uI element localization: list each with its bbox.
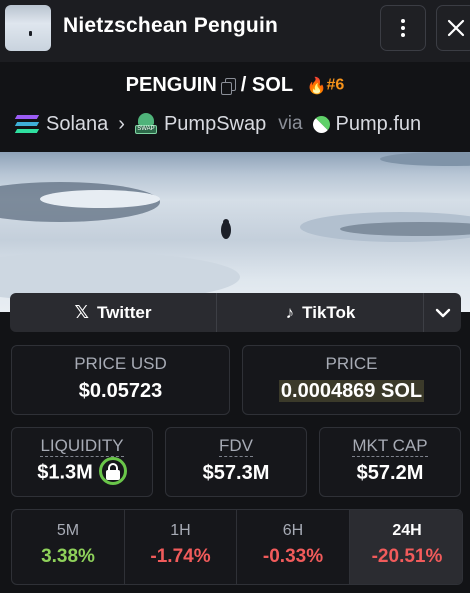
chevron-right-icon: › [118, 112, 125, 135]
close-icon [447, 19, 465, 37]
tab-5m-label: 5M [56, 522, 80, 539]
price-change-tabs: 5M 3.38% 1H -1.74% 6H -0.33% 24H -20.51% [11, 509, 463, 585]
pair-heading: PENGUIN / SOL 🔥#6 [0, 74, 470, 97]
tab-1h-change: -1.74% [150, 546, 211, 567]
tab-24h[interactable]: 24H -20.51% [350, 510, 462, 584]
twitter-label: Twitter [97, 302, 152, 322]
more-vertical-icon [401, 19, 405, 37]
chevron-down-icon [435, 308, 451, 317]
pumpswap-logo-icon: SWAP [134, 113, 157, 135]
liquidity-value: $1.3M [37, 461, 93, 484]
x-twitter-icon: 𝕏 [74, 302, 90, 322]
quote-token-symbol: SOL [251, 74, 294, 97]
tab-5m-change: 3.38% [41, 546, 95, 567]
copy-icon[interactable] [220, 78, 236, 96]
solana-logo-icon [14, 115, 40, 133]
price-usd-value: $0.05723 [78, 380, 163, 402]
more-options-button[interactable] [380, 5, 426, 51]
price-native-card: PRICE 0.0004869 SOL [242, 345, 461, 415]
market-cap-value: $57.2M [356, 462, 424, 484]
trending-rank[interactable]: #6 [327, 77, 345, 94]
pumpfun-pill-icon [309, 111, 334, 137]
route-breadcrumb: Solana › SWAP PumpSwap via Pump.fun [14, 111, 422, 137]
fdv-label[interactable]: FDV [219, 436, 253, 457]
token-title: Nietzschean Penguin [63, 14, 279, 37]
dex-link[interactable]: PumpSwap [164, 113, 266, 136]
price-usd-label: PRICE USD [74, 354, 167, 373]
tab-1h[interactable]: 1H -1.74% [125, 510, 237, 584]
fdv-value: $57.3M [202, 462, 270, 484]
tiktok-button[interactable]: ♪ TikTok [218, 293, 424, 332]
chain-link[interactable]: Solana [46, 113, 108, 136]
liquidity-card: LIQUIDITY $1.3M [11, 427, 153, 497]
lock-icon[interactable] [98, 457, 127, 485]
tab-6h-label: 6H [282, 522, 304, 539]
tab-1h-label: 1H [170, 522, 191, 539]
market-cap-card: MKT CAP $57.2M [319, 427, 461, 497]
pair-separator: / [240, 74, 247, 97]
market-cap-label[interactable]: MKT CAP [352, 436, 428, 457]
tiktok-icon: ♪ [285, 302, 295, 322]
liquidity-label[interactable]: LIQUIDITY [40, 436, 124, 457]
via-label: via [278, 113, 303, 134]
tab-6h-change: -0.33% [262, 546, 324, 567]
tab-6h[interactable]: 6H -0.33% [237, 510, 350, 584]
social-links-bar: 𝕏 Twitter ♪ TikTok [10, 293, 461, 332]
price-usd-card: PRICE USD $0.05723 [11, 345, 230, 415]
fdv-card: FDV $57.3M [165, 427, 307, 497]
token-avatar [5, 5, 51, 51]
flame-icon: 🔥 [306, 77, 327, 95]
tiktok-label: TikTok [302, 302, 356, 322]
tab-24h-label: 24H [392, 522, 422, 539]
tab-5m[interactable]: 5M 3.38% [12, 510, 125, 584]
twitter-button[interactable]: 𝕏 Twitter [10, 293, 217, 332]
more-socials-dropdown[interactable] [425, 293, 461, 332]
price-native-value: 0.0004869 SOL [278, 380, 425, 402]
price-native-label: PRICE [325, 354, 378, 373]
base-token-symbol: PENGUIN [125, 74, 217, 97]
launchpad-link[interactable]: Pump.fun [336, 113, 422, 136]
close-button[interactable] [436, 5, 470, 51]
top-bar: Nietzschean Penguin [0, 0, 470, 62]
token-banner-image [0, 152, 470, 312]
tab-24h-change: -20.51% [371, 546, 443, 567]
